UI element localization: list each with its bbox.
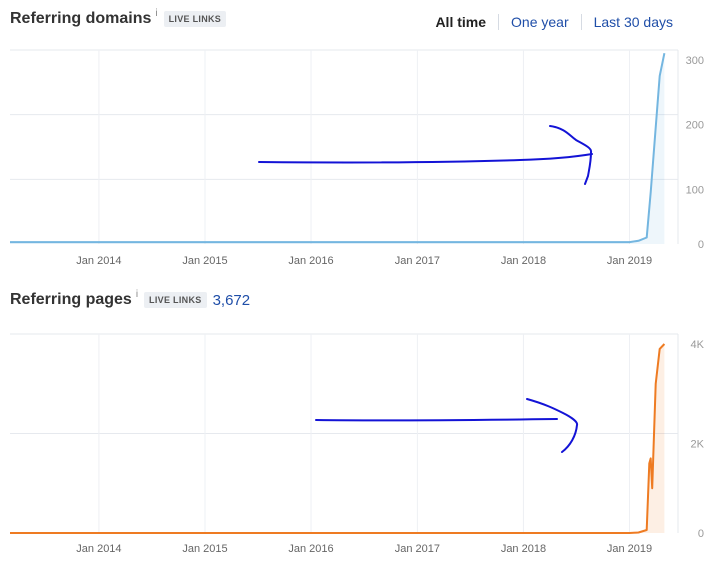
- y-tick-label: 0: [698, 528, 704, 540]
- x-tick-label: Jan 2016: [288, 255, 333, 267]
- series-area: [10, 53, 665, 245]
- x-tick-label: Jan 2015: [182, 255, 227, 267]
- x-tick-label: Jan 2018: [501, 543, 546, 555]
- y-tick-label: 200: [686, 120, 704, 132]
- y-tick-label: 4K: [691, 339, 705, 351]
- x-tick-label: Jan 2017: [395, 543, 440, 555]
- x-tick-label: Jan 2018: [501, 255, 546, 267]
- charts-canvas: 0 100 200 300 Jan 2014 Jan 2015 Jan 2016 Jan 20…: [10, 49, 705, 555]
- x-tick-label: Jan 2014: [76, 255, 121, 267]
- y-tick-label: 2K: [691, 439, 705, 451]
- x-tick-label: Jan 2016: [288, 543, 333, 555]
- series-area: [10, 344, 665, 533]
- annotation-arrow-top: [258, 125, 593, 185]
- y-tick-label: 300: [686, 55, 704, 67]
- x-tick-label: Jan 2014: [76, 543, 121, 555]
- y-tick-label: 0: [698, 239, 704, 251]
- referring-domains-chart: 0 100 200 300 Jan 2014 Jan 2015 Jan 2016 Jan 20…: [10, 49, 704, 267]
- x-tick-label: Jan 2019: [607, 543, 652, 555]
- referring-pages-chart: 0 2K 4K Jan 2014 Jan 2015 Jan 2016 Jan 2017 Jan…: [10, 333, 705, 555]
- x-tick-label: Jan 2015: [182, 543, 227, 555]
- series-line: [10, 52, 666, 244]
- x-tick-label: Jan 2017: [395, 255, 440, 267]
- y-tick-label: 100: [686, 184, 704, 196]
- series-line: [10, 343, 666, 534]
- x-tick-label: Jan 2019: [607, 255, 652, 267]
- annotation-arrow-bottom: [315, 398, 579, 453]
